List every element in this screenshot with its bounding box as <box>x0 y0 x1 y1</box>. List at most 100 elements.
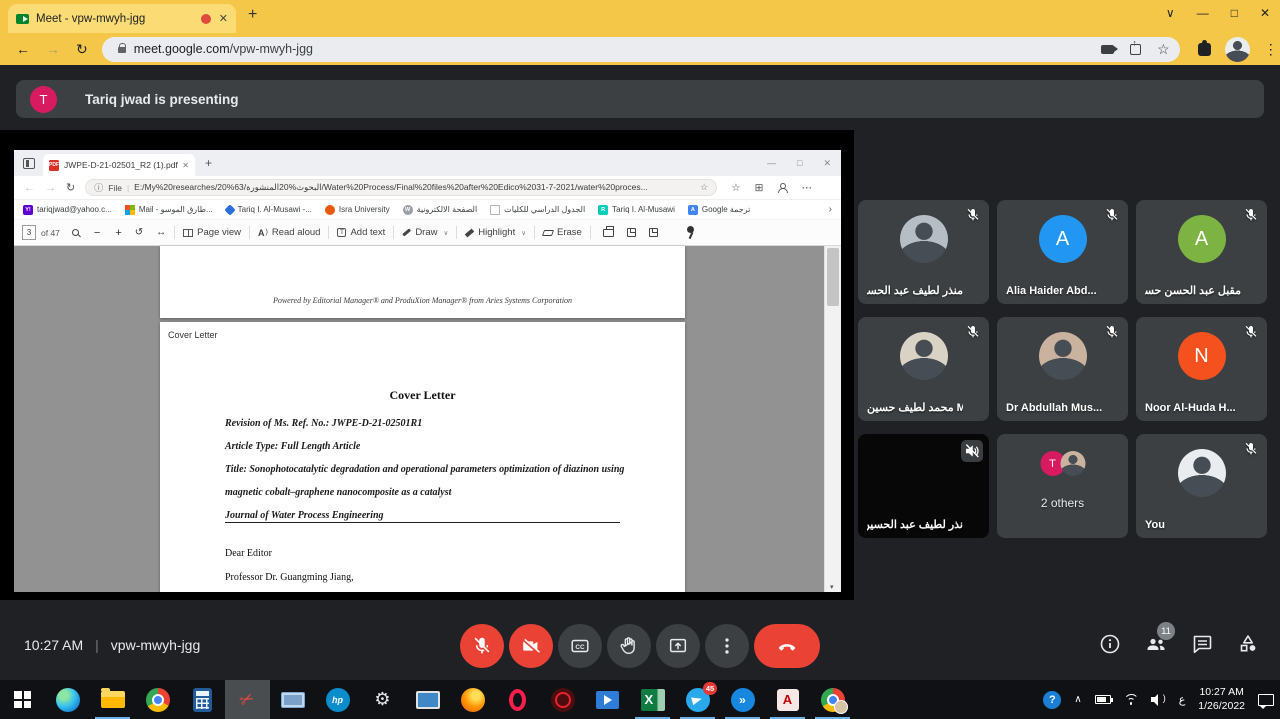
camera-off-button[interactable] <box>509 624 553 668</box>
present-button[interactable] <box>656 624 700 668</box>
participant-tile[interactable]: نذر لطيف عبد الحسين ... <box>858 434 989 538</box>
taskbar-edge[interactable] <box>45 680 90 719</box>
taskbar-hp-support[interactable]: hp <box>315 680 360 719</box>
more-options-button[interactable] <box>705 624 749 668</box>
vertical-tabs-icon[interactable] <box>23 157 35 169</box>
taskbar-settings[interactable]: ⚙ <box>360 680 405 719</box>
edge-reload-icon[interactable]: ↻ <box>66 181 75 194</box>
fit-to-width-icon[interactable]: ↔ <box>156 227 166 238</box>
zoom-in-button[interactable]: + <box>115 227 121 239</box>
collections-icon[interactable]: ⊞ <box>755 182 764 194</box>
scrollbar-thumb[interactable] <box>827 248 839 306</box>
taskbar-game-center[interactable] <box>540 680 585 719</box>
participant-tile[interactable]: A مقبل عبد الحسن حسين ... <box>1136 200 1267 304</box>
reload-button[interactable]: ↻ <box>76 41 88 58</box>
pdf-search-icon[interactable] <box>71 229 79 236</box>
participant-tile[interactable]: You <box>1136 434 1267 538</box>
tray-clock[interactable]: 10:27 AM 1/26/2022 <box>1198 686 1245 713</box>
chevron-down-icon[interactable]: ∨ <box>443 229 448 237</box>
page-number-input[interactable]: 3 <box>22 225 36 240</box>
taskbar-media-app[interactable] <box>585 680 630 719</box>
edge-profile-icon[interactable] <box>777 182 788 193</box>
bookmark-item[interactable]: Isra University <box>324 204 390 215</box>
edge-address-bar[interactable]: ⓘ File | E:/My%20researches/20%63/البحوث… <box>85 179 718 196</box>
print-icon[interactable] <box>602 226 614 237</box>
bookmark-item[interactable]: Tariq I. Al-Musawi -... <box>223 203 312 216</box>
favorite-this-icon[interactable]: ☆ <box>700 182 708 193</box>
taskbar-chrome[interactable] <box>135 680 180 719</box>
chevron-down-icon[interactable]: ∨ <box>521 229 526 237</box>
participant-tile[interactable]: Dr Abdullah Mus... <box>997 317 1128 421</box>
taskbar-firefox[interactable] <box>450 680 495 719</box>
language-indicator[interactable]: ع <box>1179 693 1186 706</box>
taskbar-autocad[interactable]: A <box>765 680 810 719</box>
page-view-button[interactable]: Page view <box>183 227 241 238</box>
start-button[interactable] <box>0 680 45 719</box>
info-icon[interactable]: ⓘ <box>94 181 103 194</box>
pin-toolbar-icon[interactable] <box>684 226 696 239</box>
participants-button[interactable]: 11 <box>1144 622 1175 656</box>
read-aloud-button[interactable]: A) Read aloud <box>258 227 320 238</box>
edge-minimize-button[interactable]: — <box>767 158 776 168</box>
tray-chevron-icon[interactable]: ∧ <box>1074 694 1081 705</box>
taskbar-opera[interactable] <box>495 680 540 719</box>
chat-button[interactable] <box>1190 632 1214 656</box>
save-as-icon[interactable] <box>648 228 658 237</box>
bookmarks-overflow-icon[interactable]: › <box>829 204 832 215</box>
taskbar-telegram[interactable]: 45 <box>675 680 720 719</box>
edge-new-tab-button[interactable]: + <box>205 156 212 170</box>
maximize-button[interactable]: □ <box>1231 6 1238 20</box>
participant-tile[interactable]: منذر لطيف عبد الحسين ... <box>858 200 989 304</box>
raise-hand-button[interactable] <box>607 624 651 668</box>
edge-close-button[interactable]: ✕ <box>823 158 831 169</box>
edge-forward-icon[interactable]: → <box>45 182 56 194</box>
bookmark-item[interactable]: A Google ترجمة <box>687 204 750 215</box>
browser-menu-icon[interactable]: ⋮ <box>1264 41 1278 58</box>
mic-off-button[interactable] <box>460 624 504 668</box>
participant-tile[interactable]: N Noor Al-Huda H... <box>1136 317 1267 421</box>
edge-maximize-button[interactable]: □ <box>797 158 802 168</box>
scrollbar-down-icon[interactable]: ▾ <box>830 583 834 591</box>
zoom-out-button[interactable]: − <box>94 227 100 239</box>
pdf-viewport[interactable]: Powered by Editorial Manager® and ProduX… <box>14 246 841 592</box>
edge-tab-pdf[interactable]: PDF JWPE-D-21-02501_R2 (1).pdf ✕ <box>43 154 195 176</box>
taskbar-photo-viewer[interactable] <box>405 680 450 719</box>
camera-permission-icon[interactable] <box>1101 44 1119 54</box>
captions-button[interactable]: CC <box>558 624 602 668</box>
tab-close-icon[interactable]: ✕ <box>219 12 228 25</box>
bookmark-item[interactable]: الجدول الدراسي للكليات <box>490 204 585 215</box>
tab-search-icon[interactable]: ∨ <box>1166 6 1175 20</box>
participant-tile[interactable]: محمد لطيف حسين Mo... <box>858 317 989 421</box>
minimize-button[interactable]: — <box>1197 6 1209 20</box>
taskbar-file-explorer[interactable] <box>90 680 135 719</box>
pdf-scrollbar[interactable]: ▾ <box>824 246 841 592</box>
bookmark-item[interactable]: Y! tariqjwad@yahoo.c... <box>23 204 112 215</box>
draw-button[interactable]: Draw ∨ <box>402 227 448 238</box>
taskbar-excel[interactable]: X <box>630 680 675 719</box>
taskbar-snipping-tool[interactable]: ✂ <box>225 680 270 719</box>
address-bar[interactable]: meet.google.com/vpw-mwyh-jgg ☆ <box>101 36 1180 62</box>
bookmark-item[interactable]: R Tariq I. Al-Musawi <box>598 204 675 215</box>
bookmark-item[interactable]: W الصفحة الالكترونية <box>402 204 477 215</box>
erase-button[interactable]: Erase <box>541 227 582 238</box>
back-button[interactable]: ← <box>16 41 30 57</box>
wifi-icon[interactable] <box>1124 694 1138 705</box>
taskbar-calculator[interactable] <box>180 680 225 719</box>
taskbar-monitor-app[interactable] <box>270 680 315 719</box>
new-tab-button[interactable]: + <box>248 6 257 24</box>
bookmark-item[interactable]: Mail - طارق الموسو... <box>124 204 213 215</box>
bookmark-star-icon[interactable]: ☆ <box>1157 42 1170 56</box>
share-icon[interactable] <box>1130 38 1142 55</box>
edge-menu-icon[interactable]: ⋯ <box>801 182 812 194</box>
taskbar-chrome-profile[interactable] <box>810 680 855 719</box>
rotate-icon[interactable]: ↺ <box>135 227 143 238</box>
browser-tab-meet[interactable]: Meet - vpw-mwyh-jgg ✕ <box>8 4 236 33</box>
end-call-button[interactable] <box>754 624 820 668</box>
meeting-details-button[interactable] <box>1098 632 1122 656</box>
help-icon[interactable]: ? <box>1043 690 1062 709</box>
action-center-icon[interactable] <box>1258 693 1274 709</box>
battery-icon[interactable] <box>1094 695 1114 704</box>
edge-tab-close-icon[interactable]: ✕ <box>182 161 189 170</box>
profile-avatar[interactable] <box>1224 36 1250 62</box>
favorites-icon[interactable]: ☆ <box>731 182 740 194</box>
